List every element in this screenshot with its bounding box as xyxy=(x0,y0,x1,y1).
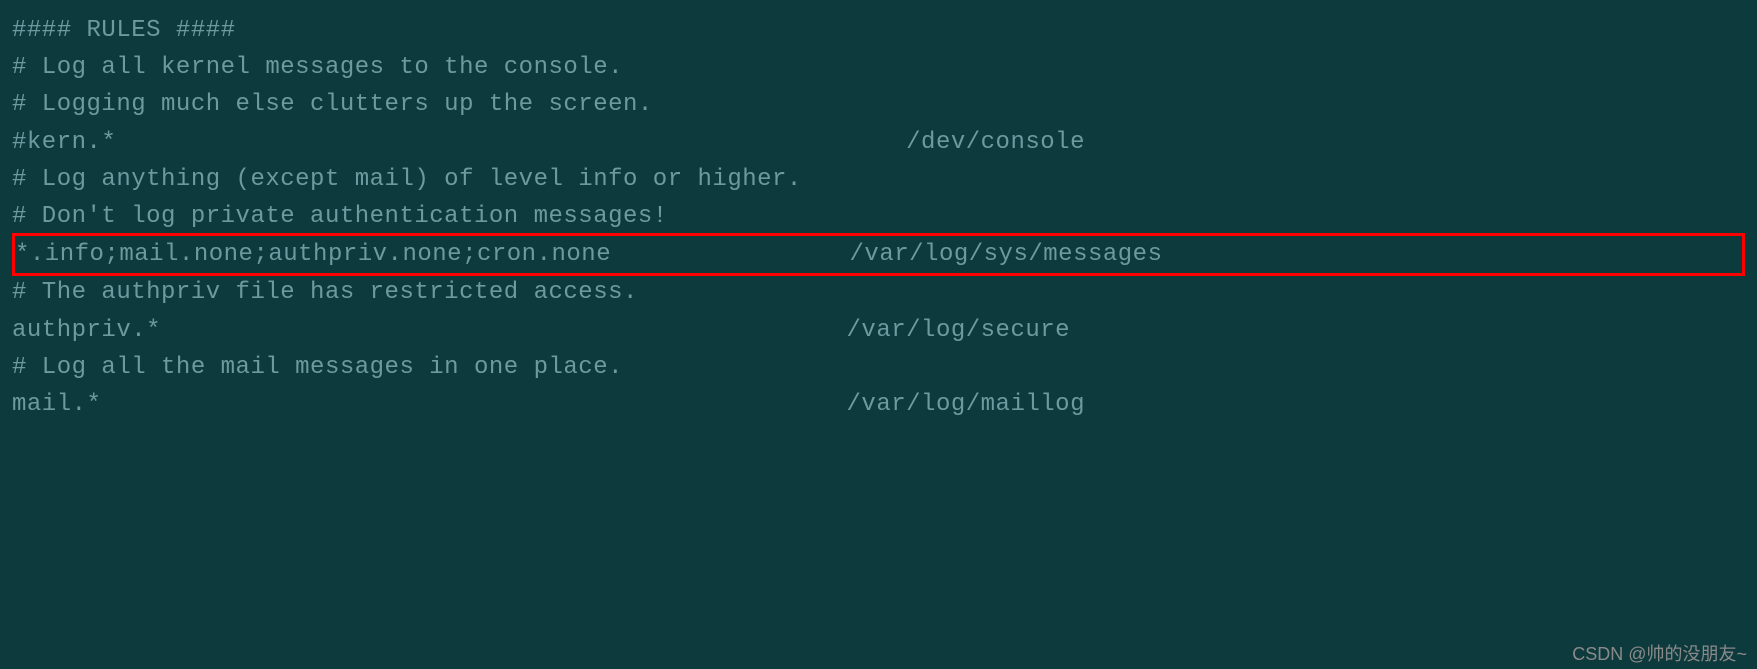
config-line: authpriv.* /var/log/secure xyxy=(12,312,1745,349)
config-line: mail.* /var/log/maillog xyxy=(12,386,1745,423)
highlighted-rule: *.info;mail.none;authpriv.none;cron.none… xyxy=(12,233,1745,276)
watermark-text: CSDN @帅的没朋友~ xyxy=(1572,640,1747,666)
config-line: # Log all the mail messages in one place… xyxy=(12,349,1745,386)
config-line: # Don't log private authentication messa… xyxy=(12,198,1745,235)
config-line: # Log anything (except mail) of level in… xyxy=(12,161,1745,198)
config-line: #kern.* /dev/console xyxy=(12,124,1745,161)
config-line: #### RULES #### xyxy=(12,12,1745,49)
config-line: # Logging much else clutters up the scre… xyxy=(12,86,1745,123)
config-file-content: #### RULES #### # Log all kernel message… xyxy=(12,12,1745,423)
config-line: # Log all kernel messages to the console… xyxy=(12,49,1745,86)
config-line: # The authpriv file has restricted acces… xyxy=(12,274,1745,311)
config-line-highlighted: *.info;mail.none;authpriv.none;cron.none… xyxy=(15,236,1742,273)
